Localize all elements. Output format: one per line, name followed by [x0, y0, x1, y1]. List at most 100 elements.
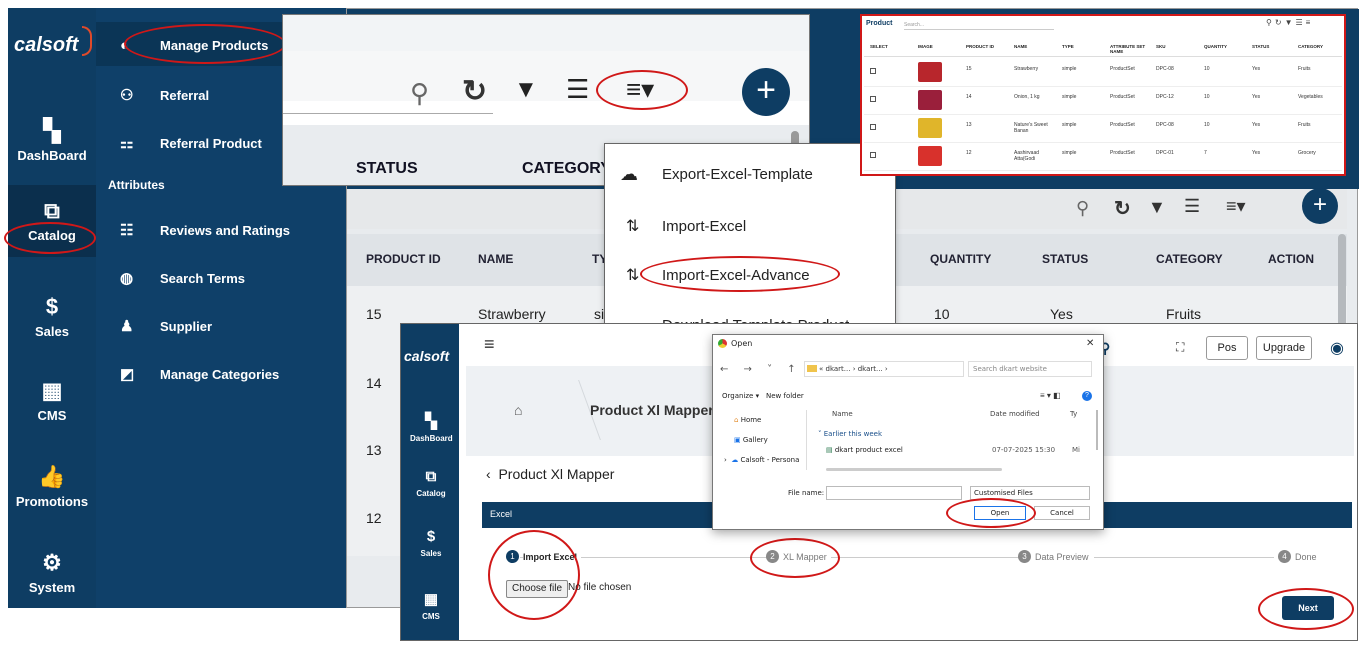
organize-button[interactable]: Organize ▾: [722, 392, 759, 400]
help-icon[interactable]: ?: [1082, 391, 1092, 401]
step-data-preview[interactable]: 3 Data Preview: [1018, 550, 1093, 563]
menu-referral-product[interactable]: ⚏ Referral Product: [120, 134, 262, 152]
card-col-header[interactable]: STATUS: [1252, 44, 1294, 49]
menu-referral[interactable]: ⚇ Referral: [120, 86, 209, 104]
nav-home[interactable]: ⌂ Home: [734, 416, 761, 424]
nav-gallery[interactable]: ▣ Gallery: [734, 436, 768, 444]
menu-label: Supplier: [160, 318, 213, 334]
close-icon[interactable]: ✕: [1086, 338, 1094, 349]
card-col-header[interactable]: QUANTITY: [1204, 44, 1246, 49]
dialog-search-input[interactable]: Search dkart website: [968, 361, 1092, 377]
mapper-nav-dashboard[interactable]: ▚ DashBoard: [410, 412, 453, 443]
col-status[interactable]: STATUS: [356, 160, 418, 178]
pos-button[interactable]: Pos: [1206, 336, 1248, 360]
menu-export-excel-template[interactable]: ☁ Export-Excel-Template: [620, 164, 813, 185]
cancel-button[interactable]: Cancel: [1034, 506, 1090, 520]
card-col-header[interactable]: IMAGE: [918, 44, 960, 49]
card-col-header[interactable]: TYPE: [1062, 44, 1104, 49]
hamburger-icon[interactable]: ≡: [484, 334, 495, 355]
filter-icon[interactable]: ▼: [514, 76, 538, 104]
row-select-checkbox[interactable]: [870, 124, 876, 130]
view-options-icon[interactable]: ≡ ▾ ◧: [1040, 391, 1061, 400]
card-search-input[interactable]: Search...: [904, 22, 1054, 30]
sidebar-item-system[interactable]: ⚙ System: [8, 552, 96, 596]
address-bar[interactable]: « dkart... › dkart... ›: [804, 361, 964, 377]
step-done[interactable]: 4 Done: [1278, 550, 1317, 563]
sidebar-item-dashboard[interactable]: ▚ DashBoard: [8, 120, 96, 164]
sidebar-item-cms[interactable]: ▦ CMS: [8, 380, 96, 424]
col-quantity[interactable]: QUANTITY: [930, 252, 991, 266]
choose-file-button[interactable]: Choose file: [506, 580, 569, 598]
col-name[interactable]: NAME: [478, 252, 513, 266]
menu-manage-categories[interactable]: ◩ Manage Categories: [120, 365, 279, 383]
upgrade-button[interactable]: Upgrade: [1256, 336, 1312, 360]
sidebar-item-catalog[interactable]: ⧉ Catalog: [8, 200, 96, 244]
col-name-header[interactable]: Name: [832, 410, 853, 418]
card-cell: Fruits: [1298, 66, 1311, 72]
sort-icon[interactable]: ☰: [1184, 196, 1200, 217]
menu-list-icon[interactable]: ≡▾: [1226, 196, 1246, 217]
card-col-header[interactable]: CATEGORY: [1298, 44, 1340, 49]
menu-reviews[interactable]: ☷ Reviews and Ratings: [120, 221, 290, 239]
card-toolbar-icons[interactable]: ⚲↻▼☰≡: [1266, 18, 1313, 27]
menu-search-terms[interactable]: ◍ Search Terms: [120, 269, 245, 287]
row-select-checkbox[interactable]: [870, 68, 876, 74]
fullscreen-icon[interactable]: ⛶: [1176, 340, 1184, 355]
group-earlier-this-week[interactable]: ˅ Earlier this week: [818, 430, 882, 438]
col-category[interactable]: CATEGORY: [1156, 252, 1223, 266]
mapper-nav-catalog[interactable]: ⧉ Catalog: [410, 468, 452, 498]
filter-icon[interactable]: ▼: [1148, 197, 1166, 218]
sidebar-item-promotions[interactable]: 👍 Promotions: [8, 466, 96, 510]
back-link[interactable]: ‹ Product Xl Mapper: [486, 466, 614, 482]
row-select-checkbox[interactable]: [870, 96, 876, 102]
add-button[interactable]: +: [742, 68, 790, 116]
step-import-excel[interactable]: 1 Import Excel: [506, 550, 582, 563]
file-row[interactable]: ▤ dkart product excel: [826, 446, 903, 454]
sidebar-item-sales[interactable]: $ Sales: [8, 296, 96, 340]
nav-label: Sales: [420, 549, 442, 558]
vertical-scrollbar[interactable]: [1096, 410, 1098, 450]
next-button[interactable]: Next: [1282, 596, 1334, 620]
col-action[interactable]: ACTION: [1268, 252, 1314, 266]
refresh-icon[interactable]: ↻: [462, 74, 487, 109]
step-number: 4: [1278, 550, 1291, 563]
file-date: 07-07-2025 15:30: [992, 446, 1056, 454]
search-icon[interactable]: ⚲: [1076, 198, 1089, 219]
horizontal-scrollbar[interactable]: [826, 468, 1002, 471]
card-col-header[interactable]: SELECT: [870, 44, 912, 49]
menu-import-excel-advance[interactable]: ⇅ Import-Excel-Advance: [626, 265, 810, 285]
home-icon[interactable]: ⌂: [514, 402, 522, 418]
col-status[interactable]: STATUS: [1042, 252, 1088, 266]
row-select-checkbox[interactable]: [870, 152, 876, 158]
refresh-icon[interactable]: ↻: [1114, 196, 1131, 221]
menu-manage-products[interactable]: ◐ Manage Products: [120, 37, 268, 54]
sidebar-label: DashBoard: [17, 148, 87, 163]
account-icon[interactable]: ◉: [1330, 338, 1344, 358]
mapper-nav-sales[interactable]: $ Sales: [410, 528, 452, 558]
open-button[interactable]: Open: [974, 506, 1026, 520]
nav-arrows[interactable]: ← → ˅ ↑: [720, 364, 802, 375]
col-category[interactable]: CATEGORY: [522, 160, 611, 178]
list-menu-icon[interactable]: ≡▾: [626, 74, 654, 105]
file-name-input[interactable]: [826, 486, 962, 500]
new-folder-button[interactable]: New folder: [766, 392, 804, 400]
sidebar-label: CMS: [37, 408, 67, 423]
col-product-id[interactable]: PRODUCT ID: [366, 252, 441, 266]
card-col-header[interactable]: SKU: [1156, 44, 1198, 49]
file-type-filter[interactable]: Customised Files: [970, 486, 1090, 500]
mapper-nav-cms[interactable]: ▦ CMS: [410, 590, 452, 621]
sort-icon[interactable]: ☰: [566, 74, 589, 105]
menu-import-excel[interactable]: ⇅ Import-Excel: [626, 216, 746, 236]
col-type-header[interactable]: Ty: [1070, 410, 1077, 418]
gallery-icon: ▣: [734, 436, 741, 444]
card-col-header[interactable]: NAME: [1014, 44, 1056, 49]
search-icon[interactable]: ⚲: [410, 78, 429, 109]
cell-product-id: 13: [366, 442, 382, 458]
menu-supplier[interactable]: ♟ Supplier: [120, 317, 212, 335]
card-col-header[interactable]: ATTRIBUTE SET NAME: [1110, 44, 1152, 54]
card-col-header[interactable]: PRODUCT ID: [966, 44, 1008, 49]
nav-onedrive[interactable]: › ☁ Calsoft - Persona: [724, 456, 799, 464]
step-xl-mapper[interactable]: 2 XL Mapper: [766, 550, 831, 563]
col-date-header[interactable]: Date modified: [990, 410, 1040, 418]
add-button[interactable]: +: [1302, 188, 1338, 224]
